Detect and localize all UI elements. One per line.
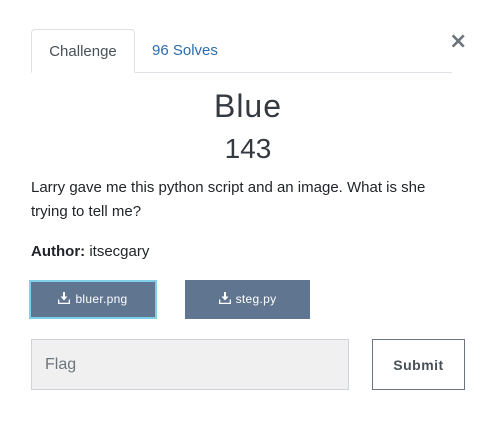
- tab-challenge-label: Challenge: [49, 43, 117, 60]
- tab-solves[interactable]: 96 Solves: [152, 29, 218, 72]
- tab-bar: Challenge 96 Solves: [31, 29, 452, 73]
- challenge-name: Blue: [213, 88, 283, 124]
- author-line: Author: itsecgary: [31, 240, 149, 264]
- challenge-description: Larry gave me this python script and an …: [31, 179, 426, 220]
- author-label: Author:: [31, 243, 86, 260]
- challenge-modal: Challenge 96 Solves × Blue 143 Larry gav…: [0, 0, 496, 436]
- download-icon: [58, 292, 71, 304]
- file-name: bluer.png: [75, 292, 128, 306]
- challenge-value: 143: [224, 133, 272, 164]
- download-icon: [218, 292, 231, 304]
- file-download-button[interactable]: steg.py: [185, 280, 310, 319]
- author-name: itsecgary: [89, 243, 150, 260]
- tab-challenge[interactable]: Challenge: [31, 29, 135, 73]
- tab-solves-label: 96 Solves: [152, 42, 218, 59]
- flag-input[interactable]: [31, 339, 349, 390]
- file-name: steg.py: [235, 292, 277, 306]
- file-download-button[interactable]: bluer.png: [29, 280, 157, 319]
- close-button[interactable]: ×: [449, 30, 467, 54]
- close-icon: ×: [449, 29, 468, 54]
- submit-button[interactable]: Submit: [372, 339, 465, 390]
